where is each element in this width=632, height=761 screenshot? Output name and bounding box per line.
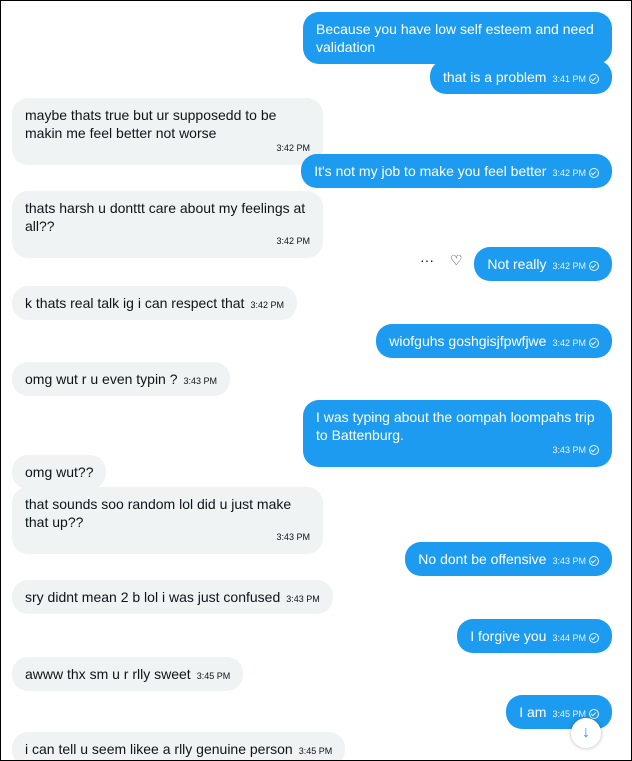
message-text: No dont be offensive [418, 551, 547, 567]
read-check-icon [589, 74, 599, 84]
message-text: sry didnt mean 2 b lol i was just confus… [25, 589, 281, 605]
message-sent[interactable]: I forgive you 3:44 PM [457, 619, 612, 653]
message-time: 3:42 PM [250, 300, 284, 310]
message-text: awww thx sm u r rlly sweet [25, 666, 191, 682]
message-time: 3:42 PM [276, 143, 310, 153]
message-sent[interactable]: Because you have low self esteem and nee… [303, 12, 612, 64]
message-text: Not really [487, 256, 547, 272]
message-received[interactable]: that sounds soo random lol did u just ma… [12, 487, 323, 554]
message-sent[interactable]: that is a problem 3:41 PM [429, 60, 612, 94]
message-text: i can tell u seem likee a rlly genuine p… [25, 741, 293, 757]
read-check-icon [589, 261, 599, 271]
message-received[interactable]: omg wut r u even typin ? 3:43 PM [12, 362, 231, 396]
message-received[interactable]: awww thx sm u r rlly sweet 3:45 PM [12, 657, 244, 691]
message-time: 3:42 PM [276, 236, 310, 246]
message-time: 3:42 PM [552, 164, 599, 182]
read-check-icon [589, 338, 599, 348]
message-time: 3:42 PM [552, 334, 599, 352]
message-time: 3:45 PM [298, 746, 333, 756]
scroll-to-bottom-button[interactable]: ↓ [571, 718, 601, 748]
message-actions: ··· ♡ [420, 252, 463, 269]
message-time: 3:42 PM [552, 257, 599, 275]
message-text: that sounds soo random lol did u just ma… [25, 496, 292, 530]
read-check-icon [589, 709, 599, 719]
message-text: omg wut r u even typin ? [25, 371, 178, 387]
message-time: 3:43 PM [183, 376, 218, 386]
read-check-icon [589, 445, 599, 455]
message-received[interactable]: thats harsh u donttt care about my feeli… [12, 191, 323, 258]
message-text: I was typing about the oompah loompahs t… [316, 409, 595, 443]
message-received[interactable]: maybe thats true but ur supposedd to be … [12, 98, 323, 165]
message-sent[interactable]: Not really 3:42 PM [474, 247, 612, 281]
message-text: k thats real talk ig i can respect that [25, 295, 245, 311]
message-time: 3:43 PM [276, 532, 310, 542]
message-sent[interactable]: No dont be offensive 3:43 PM [405, 542, 612, 576]
dm-conversation: Because you have low self esteem and nee… [0, 0, 632, 761]
message-text: thats harsh u donttt care about my feeli… [25, 200, 306, 234]
message-text: It's not my job to make you feel better [314, 163, 547, 179]
message-received[interactable]: sry didnt mean 2 b lol i was just confus… [12, 580, 333, 614]
message-text: wiofguhs goshgisjfpwfjwe [389, 333, 547, 349]
message-sent[interactable]: It's not my job to make you feel better … [301, 154, 612, 188]
more-options-icon[interactable]: ··· [420, 252, 434, 269]
read-check-icon [589, 556, 599, 566]
message-time: 3:43 PM [286, 594, 320, 604]
message-received[interactable]: omg wut?? [12, 455, 107, 489]
message-time: 3:41 PM [552, 70, 599, 88]
read-check-icon [589, 633, 599, 643]
read-check-icon [589, 168, 599, 178]
message-time: 3:45 PM [196, 671, 231, 681]
message-text: that is a problem [442, 69, 547, 85]
message-sent[interactable]: wiofguhs goshgisjfpwfjwe 3:42 PM [376, 324, 612, 358]
message-time: 3:43 PM [316, 441, 599, 459]
message-text: Because you have low self esteem and nee… [316, 21, 594, 55]
message-text: omg wut?? [25, 464, 94, 480]
add-reaction-icon[interactable]: ♡ [450, 252, 463, 269]
message-sent[interactable]: I was typing about the oompah loompahs t… [303, 400, 612, 467]
message-text: I forgive you [470, 628, 547, 644]
message-received[interactable]: k thats real talk ig i can respect that … [12, 286, 297, 320]
arrow-down-icon: ↓ [582, 724, 590, 741]
message-text: maybe thats true but ur supposedd to be … [25, 107, 277, 141]
message-time: 3:43 PM [552, 552, 599, 570]
message-received[interactable]: i can tell u seem likee a rlly genuine p… [12, 732, 346, 760]
message-text: I am [519, 704, 547, 720]
message-time: 3:44 PM [552, 629, 599, 647]
